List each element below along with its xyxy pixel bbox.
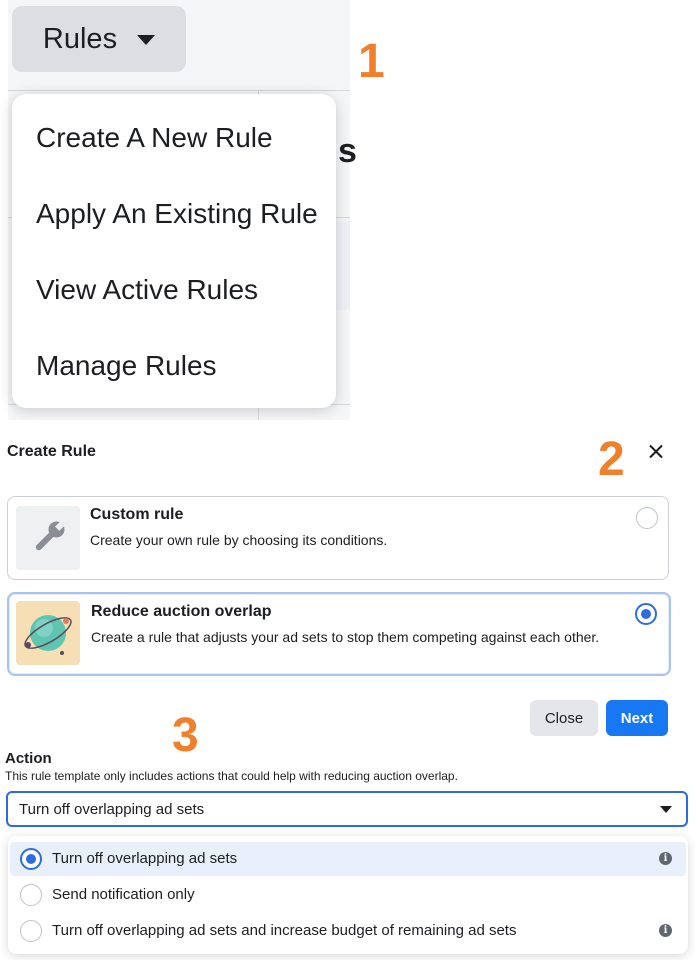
custom-rule-option[interactable]: Custom rule Create your own rule by choo… bbox=[7, 496, 669, 580]
action-option[interactable]: Send notification only bbox=[10, 878, 686, 912]
menu-item-apply-existing-rule[interactable]: Apply An Existing Rule bbox=[36, 198, 318, 230]
step-number-1: 1 bbox=[358, 35, 385, 88]
option-radio[interactable] bbox=[20, 884, 42, 906]
background-text-fragment: s bbox=[338, 132, 357, 170]
action-help-text: This rule template only includes actions… bbox=[5, 769, 458, 783]
rules-button-label: Rules bbox=[42, 22, 118, 55]
menu-item-view-active-rules[interactable]: View Active Rules bbox=[36, 274, 258, 306]
action-options-list: Turn off overlapping ad sets i Send noti… bbox=[8, 836, 688, 954]
option-label: Turn off overlapping ad sets bbox=[52, 850, 238, 867]
next-button[interactable]: Next bbox=[606, 700, 668, 736]
option-title: Reduce auction overlap bbox=[91, 603, 272, 620]
menu-item-create-new-rule[interactable]: Create A New Rule bbox=[36, 122, 273, 154]
overlap-illustration-icon bbox=[16, 601, 80, 665]
option-title: Custom rule bbox=[90, 506, 184, 523]
action-option[interactable]: Turn off overlapping ad sets i bbox=[10, 842, 686, 876]
option-description: Create your own rule by choosing its con… bbox=[90, 532, 388, 548]
step-number-2: 2 bbox=[598, 433, 625, 486]
rules-menu: Create A New Rule Apply An Existing Rule… bbox=[12, 94, 336, 408]
option-label: Send notification only bbox=[52, 886, 195, 903]
info-icon[interactable]: i bbox=[659, 924, 672, 937]
wrench-icon bbox=[16, 506, 80, 570]
info-icon[interactable]: i bbox=[659, 852, 672, 865]
reduce-overlap-radio[interactable] bbox=[635, 603, 657, 625]
option-radio[interactable] bbox=[20, 848, 42, 870]
action-label: Action bbox=[5, 750, 52, 767]
close-button[interactable]: Close bbox=[530, 700, 598, 736]
action-option[interactable]: Turn off overlapping ad sets and increas… bbox=[10, 914, 686, 948]
option-label: Turn off overlapping ad sets and increas… bbox=[52, 922, 517, 939]
action-select-value: Turn off overlapping ad sets bbox=[19, 801, 205, 818]
modal-title: Create Rule bbox=[7, 443, 96, 460]
reduce-auction-overlap-option[interactable]: Reduce auction overlap Create a rule tha… bbox=[7, 592, 671, 676]
caret-down-icon bbox=[660, 806, 672, 813]
rules-dropdown-button[interactable]: Rules bbox=[12, 6, 186, 72]
caret-down-icon bbox=[137, 35, 156, 45]
table-divider bbox=[8, 90, 350, 91]
custom-rule-radio[interactable] bbox=[636, 507, 658, 529]
option-radio[interactable] bbox=[20, 920, 42, 942]
close-icon[interactable] bbox=[645, 441, 667, 463]
action-select[interactable]: Turn off overlapping ad sets bbox=[6, 791, 688, 827]
step-number-3: 3 bbox=[172, 709, 199, 762]
menu-item-manage-rules[interactable]: Manage Rules bbox=[36, 350, 217, 382]
option-description: Create a rule that adjusts your ad sets … bbox=[91, 629, 600, 645]
